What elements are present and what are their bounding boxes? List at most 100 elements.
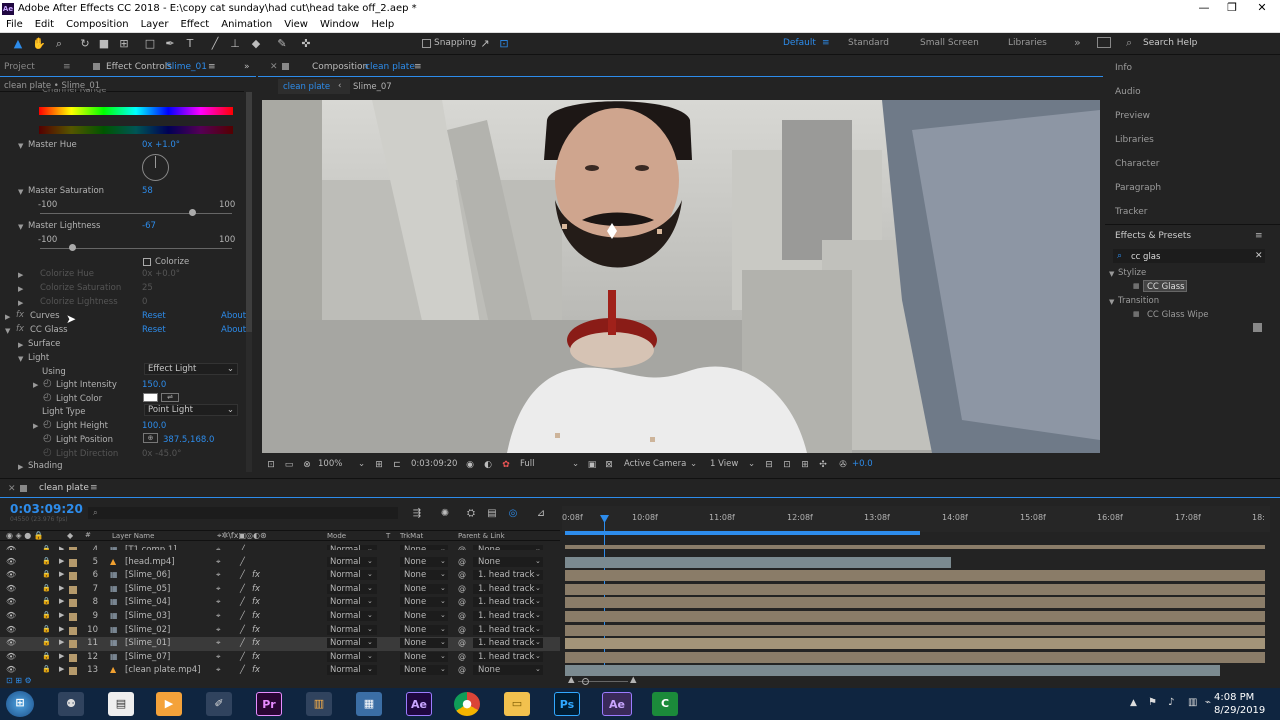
master-saturation-handle[interactable] <box>188 209 196 216</box>
shy-icon[interactable]: ⌖ <box>216 665 221 675</box>
pick-whip-icon[interactable]: @ <box>458 625 466 634</box>
work-area-bar[interactable] <box>565 531 920 535</box>
menu-animation[interactable]: Animation <box>215 18 278 32</box>
stopwatch-icon[interactable]: ◴ <box>43 433 52 444</box>
lock-icon[interactable]: 🔒 <box>42 557 51 565</box>
lock-icon[interactable]: 🔒 <box>42 625 51 633</box>
eye-icon[interactable]: 👁 <box>6 638 16 647</box>
eye-icon[interactable]: 👁 <box>6 611 16 620</box>
preview-panel-tab[interactable]: Preview <box>1115 111 1150 121</box>
workspace-default[interactable]: Default <box>783 38 816 48</box>
shading-toggle-icon[interactable]: ▶ <box>18 463 23 471</box>
after-effects-active-icon[interactable]: Ae <box>602 692 632 716</box>
fx-icon[interactable]: fx <box>252 652 260 662</box>
brush-tool-icon[interactable]: ╱ <box>208 37 222 51</box>
expand-layer-icon[interactable]: ▶ <box>59 597 64 605</box>
shy-layers-icon[interactable]: ⛭ <box>464 507 478 521</box>
tab-effect-layer[interactable]: Slime_01 <box>166 58 207 76</box>
shy-icon[interactable]: ⌖ <box>216 557 221 567</box>
layer-name[interactable]: [head.mp4] <box>125 557 175 567</box>
layer-duration-bar[interactable] <box>565 583 1265 595</box>
label-color-icon[interactable] <box>69 640 77 649</box>
layer-duration-bar[interactable] <box>565 624 1265 636</box>
stylize-toggle-icon[interactable]: ▼ <box>1109 270 1114 278</box>
layer-duration-bar[interactable] <box>565 651 1265 663</box>
label-color-icon[interactable] <box>69 613 77 621</box>
light-intensity-value[interactable]: 150.0 <box>142 380 166 390</box>
layer-duration-bar[interactable] <box>565 556 951 568</box>
quality-icon[interactable]: ╱ <box>240 545 245 550</box>
light-type-select[interactable]: Point Light ⌄ <box>144 404 238 416</box>
menu-file[interactable]: File <box>0 18 29 32</box>
layer-duration-bar[interactable] <box>565 597 1265 609</box>
layer-duration-bar[interactable] <box>565 545 1265 549</box>
toggle-switches-icon[interactable]: ⊡ ⊞ ⚙ <box>6 676 32 685</box>
minimize-button[interactable]: — <box>1190 0 1218 18</box>
volume-icon[interactable]: ♪ <box>1168 697 1174 708</box>
power-icon[interactable]: ⌁ <box>1205 697 1211 708</box>
lock-icon[interactable] <box>282 63 289 70</box>
quality-icon[interactable]: ╱ <box>240 625 245 634</box>
light-color-swatch[interactable] <box>143 393 158 402</box>
control-panel-icon[interactable]: ▦ <box>356 692 382 716</box>
label-color-icon[interactable] <box>69 572 77 581</box>
panel-menu-icon[interactable]: ≡ <box>90 479 98 497</box>
lock-icon[interactable]: 🔒 <box>42 545 51 550</box>
fast-preview-icon[interactable]: ⊡ <box>780 458 794 472</box>
shy-icon[interactable]: ⌖ <box>216 584 221 594</box>
layer-name[interactable]: [Slime_07] <box>125 652 170 662</box>
zoom-in-icon[interactable]: ▲ <box>630 675 637 685</box>
master-hue-toggle-icon[interactable]: ▼ <box>18 142 23 150</box>
effect-cc-glass[interactable]: CC Glass <box>1147 282 1185 292</box>
workspace-small-screen[interactable]: Small Screen <box>920 38 979 48</box>
menu-help[interactable]: Help <box>365 18 400 32</box>
close-tab-icon[interactable]: ✕ <box>8 480 16 498</box>
layer-name[interactable]: [Slime_02] <box>125 625 170 635</box>
quality-icon[interactable]: ╱ <box>240 570 245 579</box>
using-select[interactable]: Effect Light ⌄ <box>144 363 238 375</box>
expand-layer-icon[interactable]: ▶ <box>59 545 64 550</box>
expand-layer-icon[interactable]: ▶ <box>59 557 64 565</box>
lock-icon[interactable] <box>20 485 27 492</box>
type-tool-icon[interactable]: T <box>183 37 197 51</box>
shy-icon[interactable]: ⌖ <box>216 597 221 607</box>
table-row[interactable]: 👁 🔒 ▶ 8 ▦ [Slime_04] ⌖ ╱ fx Normal ⌄ None ⌄ @1. head … <box>0 596 560 610</box>
tracker-panel-tab[interactable]: Tracker <box>1115 207 1147 217</box>
tray-security-icon[interactable]: ⚑ <box>1148 697 1157 708</box>
snapping-checkbox[interactable] <box>422 39 431 48</box>
expand-layer-icon[interactable]: ▶ <box>59 584 64 592</box>
workspace-menu-icon[interactable]: ≡ <box>822 38 830 48</box>
quality-icon[interactable]: ╱ <box>240 611 245 620</box>
fx-icon[interactable]: fx <box>252 570 260 580</box>
pick-whip-icon[interactable]: @ <box>458 570 466 579</box>
tab-composition-name[interactable]: clean plate <box>365 58 415 76</box>
curves-label[interactable]: Curves <box>30 311 60 321</box>
lock-icon[interactable]: 🔒 <box>42 584 51 592</box>
snap-edge-icon[interactable]: ↗ <box>478 37 492 51</box>
composition-viewer[interactable] <box>262 100 1100 453</box>
close-button[interactable]: ✕ <box>1248 0 1276 18</box>
flowchart-icon[interactable]: ✣ <box>816 458 830 472</box>
shy-icon[interactable]: ⌖ <box>216 652 221 662</box>
lock-icon[interactable]: 🔒 <box>42 652 51 660</box>
effects-presets-title[interactable]: Effects & Presets <box>1115 231 1191 241</box>
resolution-select[interactable]: Full <box>520 459 535 469</box>
panel-menu-icon[interactable]: ≡ <box>1255 231 1263 241</box>
file-explorer-icon[interactable]: ▭ <box>504 692 530 716</box>
zoom-handle[interactable] <box>582 678 589 685</box>
photoshop-icon[interactable]: Ps <box>554 692 580 716</box>
camtasia-icon[interactable]: C <box>652 692 678 716</box>
label-color-icon[interactable] <box>69 626 77 635</box>
fx-icon[interactable]: fx <box>252 597 260 607</box>
eye-icon[interactable]: 👁 <box>6 584 16 593</box>
layer-name[interactable]: [Slime_03] <box>125 611 170 621</box>
expand-layer-icon[interactable]: ▶ <box>59 570 64 578</box>
color-channel-icon[interactable]: ✿ <box>499 458 513 472</box>
current-time-display[interactable]: 0:03:09:20 <box>411 459 457 469</box>
layer-name[interactable]: [Slime_01] <box>125 638 170 648</box>
effect-scrollbar[interactable] <box>246 92 252 472</box>
expand-layer-icon[interactable]: ▶ <box>59 652 64 660</box>
stopwatch-icon[interactable]: ◴ <box>43 419 52 430</box>
colorize-checkbox[interactable] <box>143 258 151 266</box>
workspace-standard[interactable]: Standard <box>848 38 889 48</box>
